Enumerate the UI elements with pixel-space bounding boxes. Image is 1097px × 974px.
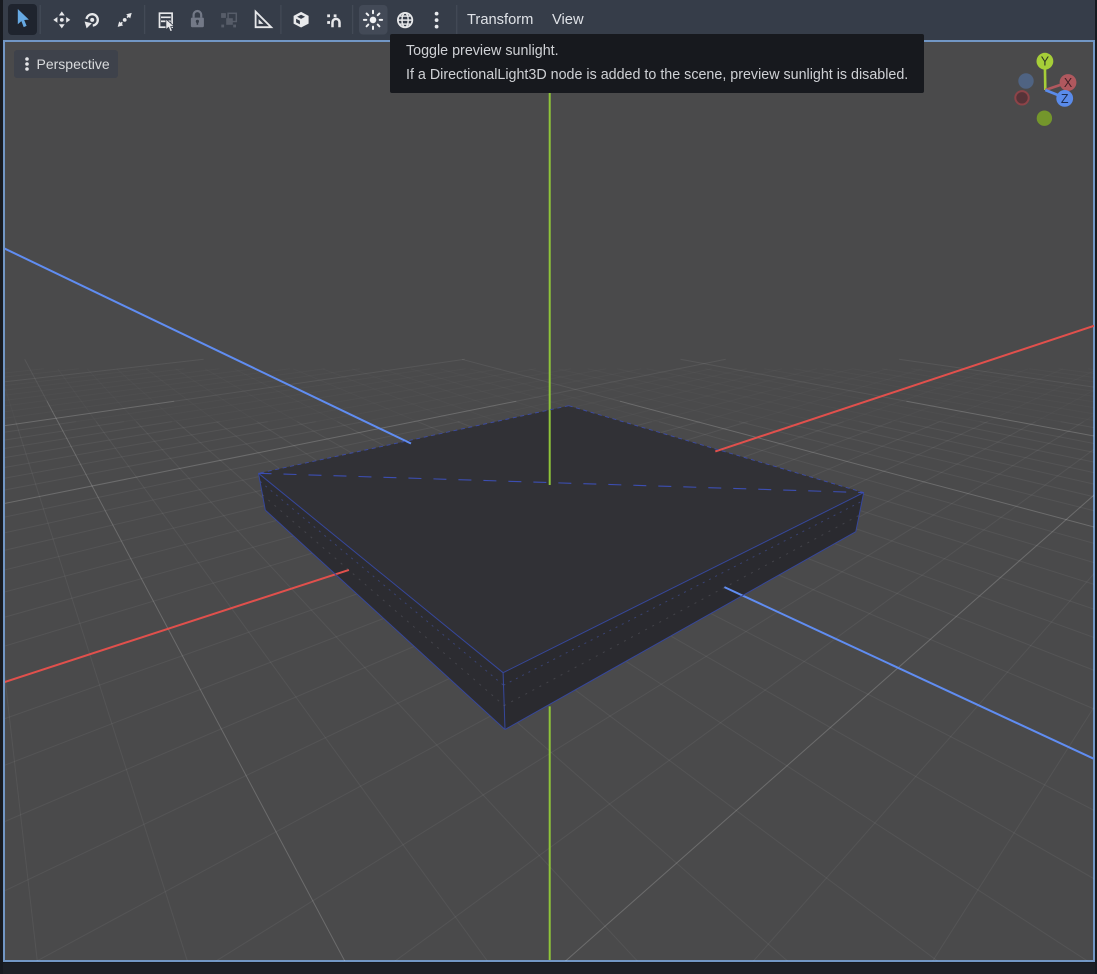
- svg-text:X: X: [1064, 76, 1073, 90]
- svg-text:Z: Z: [1061, 92, 1069, 106]
- svg-text:Y: Y: [1041, 55, 1050, 69]
